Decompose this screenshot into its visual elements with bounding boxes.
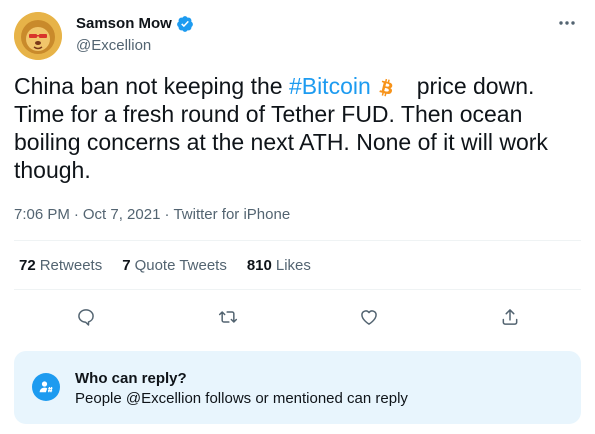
meta-separator: · (164, 206, 170, 223)
meta-separator: · (73, 206, 79, 223)
avatar[interactable] (14, 12, 62, 60)
likes-stat[interactable]: 810 Likes (247, 256, 311, 276)
more-options-button[interactable] (553, 12, 581, 34)
who-can-reply-title: Who can reply? (75, 370, 187, 387)
tweet-stats: 72 Retweets 7 Quote Tweets 810 Likes (19, 256, 331, 276)
mention-icon (39, 381, 53, 393)
tweet-card: Samson Mow @Excellion China ban not keep… (0, 0, 595, 434)
retweet-button[interactable] (214, 303, 242, 331)
display-name[interactable]: Samson Mow (76, 14, 172, 34)
bitcoin-icon (379, 78, 393, 97)
tweet-text: China ban not keeping the #Bitcoin price… (14, 72, 579, 184)
likes-label: Likes (275, 257, 311, 274)
divider (14, 289, 581, 290)
who-can-reply-subtitle: People @Excellion follows or mentioned c… (75, 390, 408, 407)
quotes-label: Quote Tweets (134, 257, 227, 274)
who-can-reply-badge (32, 373, 60, 401)
hashtag-link[interactable]: #Bitcoin (289, 73, 371, 99)
tweet-source[interactable]: Twitter for iPhone (173, 205, 290, 225)
verified-badge-icon (176, 16, 193, 32)
share-icon (502, 309, 518, 325)
retweets-label: Retweets (39, 257, 103, 274)
author-names: Samson Mow @Excellion (76, 14, 194, 56)
author-handle[interactable]: @Excellion (76, 36, 194, 56)
like-button[interactable] (355, 303, 383, 331)
who-can-reply-box: Who can reply? People @Excellion follows… (14, 351, 581, 424)
like-icon (361, 310, 377, 325)
tweet-text-before: China ban not keeping the (14, 73, 289, 99)
more-options-icon (559, 21, 575, 25)
retweets-count: 72 (19, 257, 36, 274)
retweet-icon (218, 311, 238, 323)
reply-icon (78, 309, 94, 326)
quotes-stat[interactable]: 7 Quote Tweets (122, 256, 227, 276)
likes-count: 810 (246, 257, 272, 274)
tweet-actions (0, 303, 595, 331)
tweet-header: Samson Mow @Excellion (14, 12, 581, 62)
retweets-stat[interactable]: 72 Retweets (19, 256, 102, 276)
tweet-date[interactable]: Oct 7, 2021 (83, 205, 161, 225)
tweet-meta: 7:06 PM · Oct 7, 2021 · Twitter for iPho… (14, 205, 290, 225)
tweet-time[interactable]: 7:06 PM (14, 205, 70, 225)
divider (14, 240, 581, 241)
lion-avatar-icon (14, 12, 62, 60)
quotes-count: 7 (122, 257, 131, 274)
share-button[interactable] (496, 303, 524, 331)
reply-button[interactable] (72, 303, 100, 331)
display-name-row: Samson Mow (76, 14, 194, 34)
